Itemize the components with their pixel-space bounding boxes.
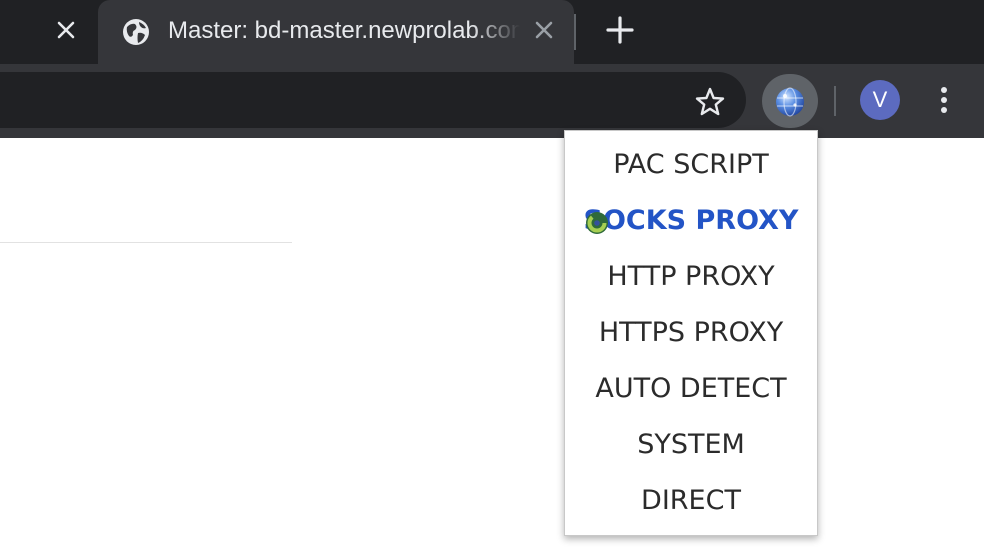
menu-item-http-proxy[interactable]: HTTP PROXY (565, 255, 817, 299)
loading-spinner-icon (586, 212, 608, 234)
proxy-mode-menu: PAC SCRIPT SOCKS PROXY HTTP PROXY HTTPS … (564, 130, 818, 536)
address-bar[interactable] (0, 72, 746, 128)
plus-icon[interactable] (604, 14, 636, 46)
star-icon[interactable] (694, 86, 726, 118)
page-divider (0, 242, 292, 243)
tab-close-icon[interactable] (54, 18, 78, 42)
toolbar-divider (834, 86, 836, 116)
tab-previous[interactable] (0, 0, 98, 64)
profile-avatar[interactable]: V (860, 80, 900, 120)
menu-item-direct[interactable]: DIRECT (565, 479, 817, 523)
browser-toolbar (0, 64, 984, 138)
tab-close-icon[interactable] (532, 18, 556, 42)
tab-divider (574, 14, 576, 50)
menu-item-system[interactable]: SYSTEM (565, 423, 817, 467)
menu-item-pac-script[interactable]: PAC SCRIPT (565, 143, 817, 187)
tab-strip: Master: bd-master.newprolab.com (0, 0, 984, 64)
tab-active[interactable]: Master: bd-master.newprolab.com (98, 0, 574, 64)
kebab-menu-icon[interactable] (930, 84, 958, 116)
proxy-globe-icon (776, 87, 804, 117)
menu-item-https-proxy[interactable]: HTTPS PROXY (565, 311, 817, 355)
globe-icon (123, 19, 149, 45)
menu-item-auto-detect[interactable]: AUTO DETECT (565, 367, 817, 411)
tab-title: Master: bd-master.newprolab.com (168, 17, 520, 44)
proxy-extension-button[interactable] (762, 74, 818, 128)
